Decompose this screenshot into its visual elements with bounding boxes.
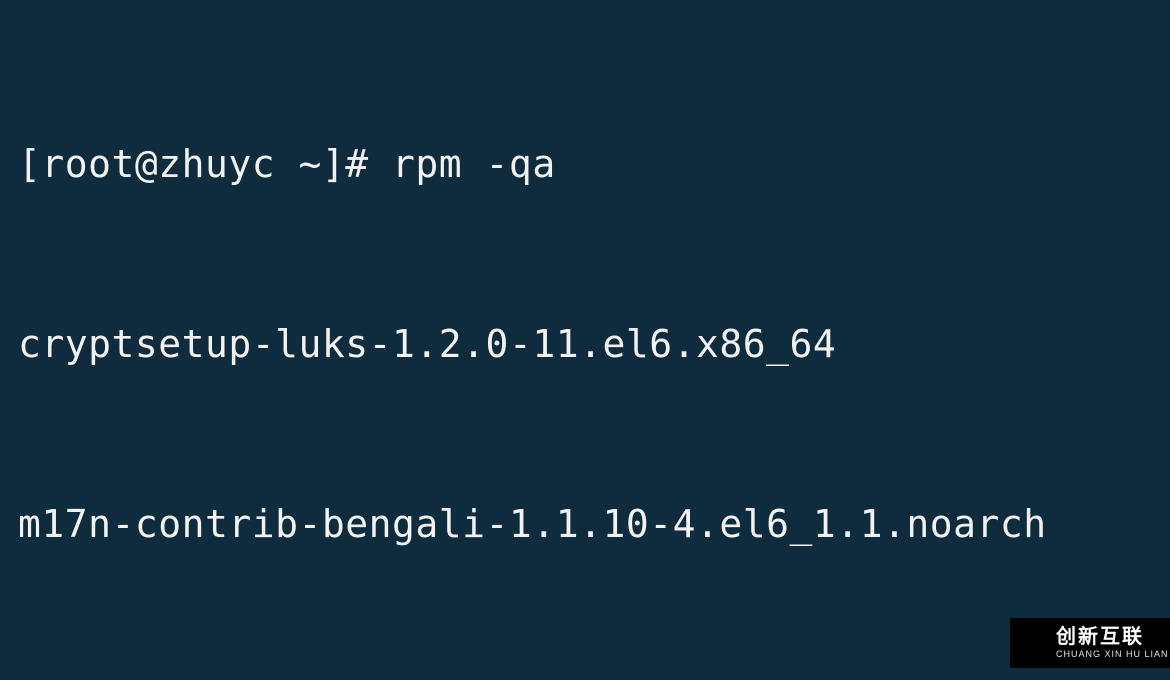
output-line: cryptsetup-luks-1.2.0-11.el6.x86_64: [18, 314, 1152, 374]
watermark-badge: 创新互联 CHUANG XIN HU LIAN: [1010, 618, 1170, 668]
watermark-title: 创新互联: [1056, 627, 1169, 647]
output-line: yum-utils-1.1.30-41.el6.noarch: [18, 674, 1152, 680]
watermark-logo-icon: [1020, 629, 1048, 657]
command-line: [root@zhuyc ~]# rpm -qa: [18, 134, 1152, 194]
shell-prompt: [root@zhuyc ~]#: [18, 142, 392, 186]
shell-command: rpm -qa: [392, 142, 556, 186]
watermark-subtitle: CHUANG XIN HU LIAN: [1056, 650, 1169, 659]
output-line: m17n-contrib-bengali-1.1.10-4.el6_1.1.no…: [18, 494, 1152, 554]
terminal-window[interactable]: [root@zhuyc ~]# rpm -qa cryptsetup-luks-…: [0, 0, 1170, 680]
